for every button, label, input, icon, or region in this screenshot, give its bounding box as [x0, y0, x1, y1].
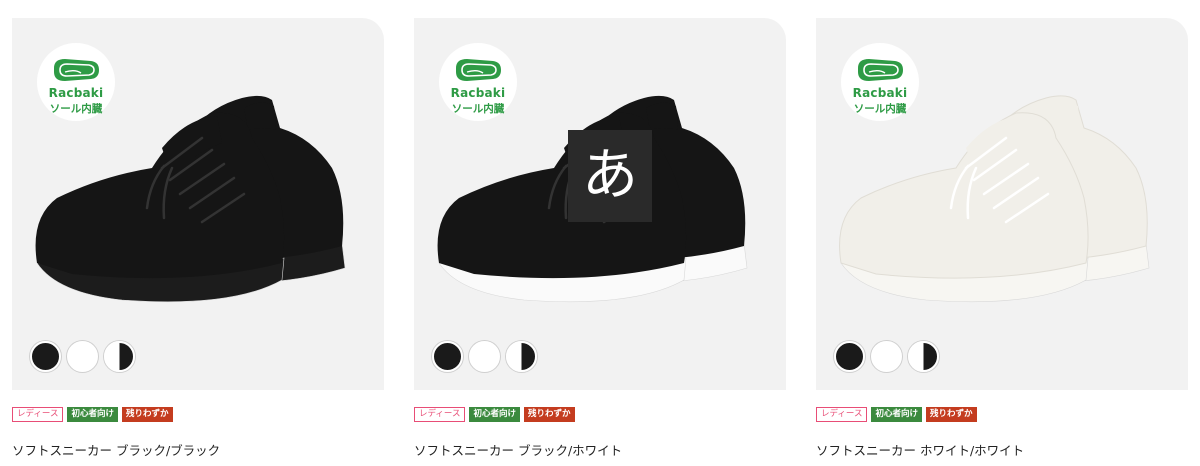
product-card[interactable]: Racbaki ソール内臓	[816, 18, 1188, 390]
shoe-front	[35, 112, 285, 303]
swatch-white[interactable]	[67, 341, 98, 372]
product-title[interactable]: ソフトスニーカー ブラック/ホワイト	[414, 440, 622, 459]
insole-icon	[858, 59, 903, 81]
product-card[interactable]: Racbaki ソール内臓	[12, 18, 384, 390]
tag-low-stock: 残りわずか	[122, 407, 173, 422]
insole-icon	[456, 59, 501, 81]
product-tags: レディース 初心者向け 残りわずか	[816, 407, 977, 422]
product-image[interactable]: Racbaki ソール内臓	[12, 18, 384, 390]
swatch-white[interactable]	[469, 341, 500, 372]
swatch-white-black[interactable]	[506, 341, 537, 372]
product-tags: レディース 初心者向け 残りわずか	[414, 407, 575, 422]
tag-low-stock: 残りわずか	[524, 407, 575, 422]
previous-section-edge	[0, 0, 1200, 8]
tag-beginner: 初心者向け	[469, 407, 520, 422]
product-tags: レディース 初心者向け 残りわずか	[12, 407, 173, 422]
color-swatches	[834, 341, 939, 372]
product-image[interactable]: Racbaki ソール内臓	[816, 18, 1188, 390]
swatch-white[interactable]	[871, 341, 902, 372]
tag-beginner: 初心者向け	[871, 407, 922, 422]
insole-icon	[54, 59, 99, 81]
swatch-black[interactable]	[432, 341, 463, 372]
swatch-black[interactable]	[30, 341, 61, 372]
ime-indicator: あ	[568, 130, 652, 222]
badge-sub-label: ソール内臓	[853, 103, 907, 115]
racbaki-badge: Racbaki ソール内臓	[841, 43, 919, 121]
tag-beginner: 初心者向け	[67, 407, 118, 422]
swatch-white-black[interactable]	[104, 341, 135, 372]
racbaki-badge: Racbaki ソール内臓	[439, 43, 517, 121]
shoe-front	[839, 112, 1089, 303]
product-title[interactable]: ソフトスニーカー ブラック/ブラック	[12, 440, 220, 459]
badge-brand-label: Racbaki	[450, 86, 506, 100]
badge-sub-label: ソール内臓	[451, 103, 505, 115]
color-swatches	[432, 341, 537, 372]
badge-brand-label: Racbaki	[48, 86, 104, 100]
product-title[interactable]: ソフトスニーカー ホワイト/ホワイト	[816, 440, 1024, 459]
tag-ladies: レディース	[12, 407, 64, 422]
tag-ladies: レディース	[414, 407, 466, 422]
badge-brand-label: Racbaki	[852, 86, 908, 100]
swatch-black[interactable]	[834, 341, 865, 372]
tag-ladies: レディース	[816, 407, 868, 422]
badge-sub-label: ソール内臓	[49, 103, 103, 115]
color-swatches	[30, 341, 135, 372]
tag-low-stock: 残りわずか	[926, 407, 977, 422]
swatch-white-black[interactable]	[908, 341, 939, 372]
racbaki-badge: Racbaki ソール内臓	[37, 43, 115, 121]
